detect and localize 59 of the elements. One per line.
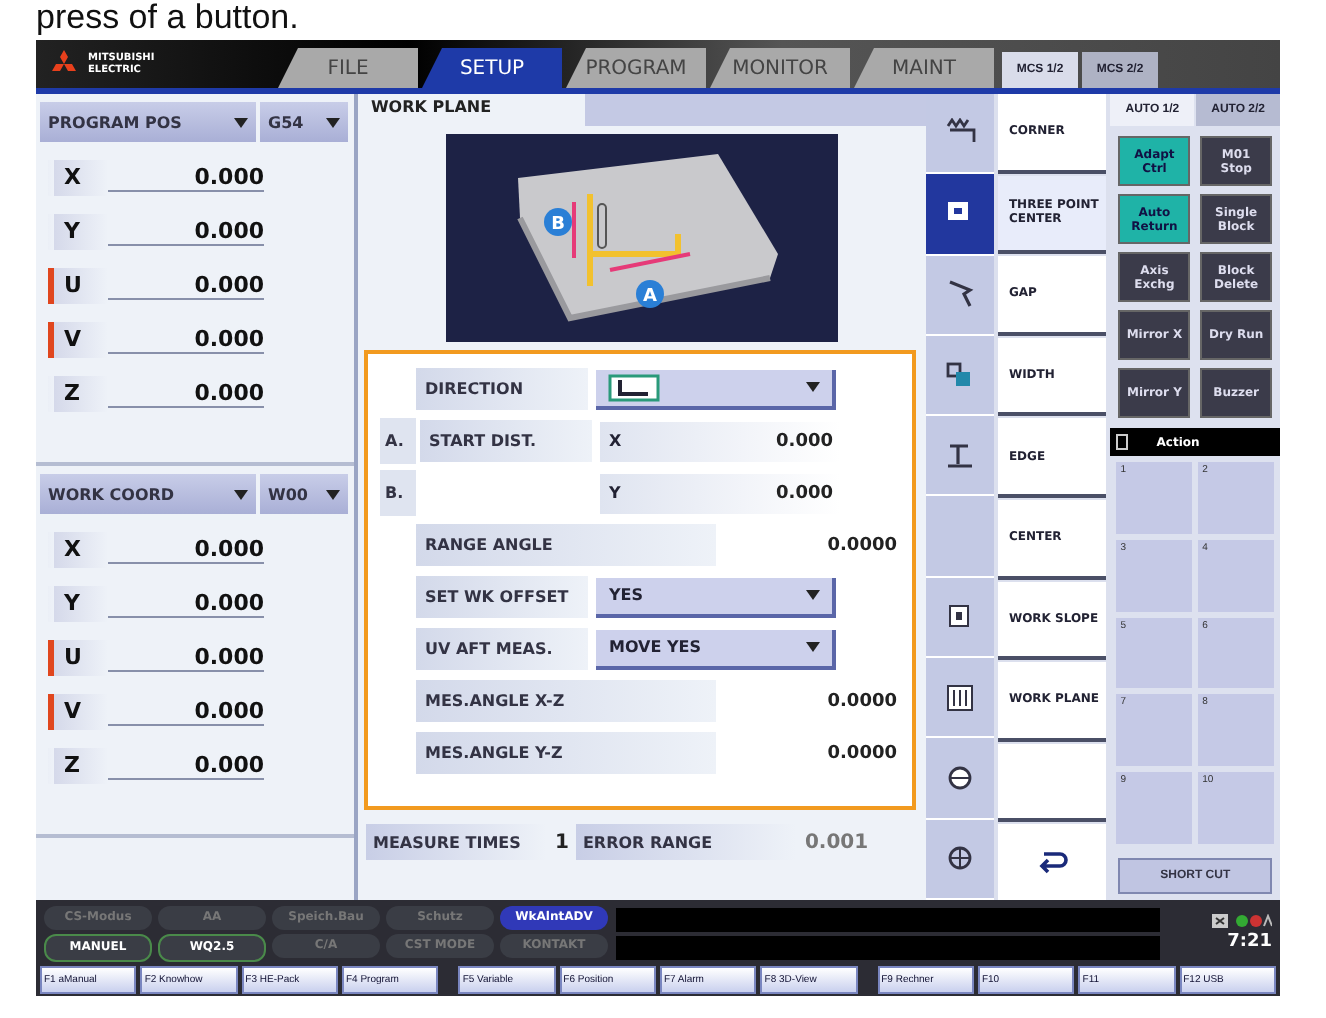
axis-value: 0.000: [108, 535, 264, 563]
tool-icon: [944, 278, 976, 311]
tool-icon: [944, 439, 976, 472]
axis-value: 0.000: [108, 325, 264, 353]
tool-icon: [944, 681, 976, 714]
caret-icon: [326, 117, 340, 127]
field-label: MES.ANGLE X-Z: [416, 680, 717, 722]
caret-icon: [806, 590, 821, 600]
mode-dropdown[interactable]: WORK COORD: [40, 474, 256, 514]
clock-time: 7:21: [1227, 932, 1272, 952]
axis-value: 0.000: [108, 163, 264, 191]
direction-dropdown[interactable]: [596, 369, 837, 409]
corner-icon: [608, 373, 661, 401]
row-prefix: A.: [380, 418, 417, 464]
field-label: MES.ANGLE Y-Z: [416, 732, 717, 774]
return-icon: [1036, 850, 1069, 875]
caret-icon: [234, 117, 248, 127]
axis-value: 0.000: [108, 589, 264, 617]
tool-button[interactable]: [925, 174, 995, 256]
return-button[interactable]: [998, 824, 1107, 900]
caret-icon: [326, 489, 340, 499]
option-dropdown[interactable]: MOVE YES: [596, 629, 837, 669]
coord-dropdown[interactable]: W00: [260, 474, 348, 514]
axis-value: 0.000: [108, 217, 264, 245]
tool-icon: [944, 842, 976, 875]
caption-text: press of a button.: [34, 0, 301, 40]
field-label: UV AFT MEAS.: [416, 628, 589, 670]
caret-icon: [234, 489, 248, 499]
field-value: 0.0000: [825, 691, 897, 711]
mode-dropdown[interactable]: PROGRAM POS: [40, 102, 256, 142]
field-label: RANGE ANGLE: [416, 524, 717, 566]
caret-icon: [806, 642, 821, 652]
axis-value: 0.000: [108, 751, 264, 779]
main-tab[interactable]: MONITOR: [710, 48, 850, 88]
field-value: 0.0000: [825, 743, 897, 763]
main-tab[interactable]: MAINT: [854, 48, 994, 88]
main-tab[interactable]: PROGRAM: [566, 48, 706, 88]
network-icon: [1236, 914, 1272, 928]
field-value: 1: [554, 831, 569, 853]
tool-icon: [944, 762, 976, 795]
main-tab[interactable]: SETUP: [422, 48, 562, 88]
axis-value: 0.000: [108, 643, 264, 671]
field-label: SET WK OFFSET: [416, 576, 589, 618]
axis-value: 0.000: [108, 379, 264, 407]
workpiece-drawing: B A: [446, 134, 839, 342]
axis-value: 0.000: [108, 697, 264, 725]
row-prefix: B.: [380, 470, 417, 516]
field-label: START DIST.: [420, 420, 593, 462]
field-label: DIRECTION: [416, 368, 589, 410]
field-value: 0.0000: [825, 535, 897, 555]
main-tab[interactable]: FILE: [278, 48, 418, 88]
caret-icon: [806, 382, 821, 392]
tool-icon: [944, 359, 976, 392]
option-dropdown[interactable]: YES: [596, 577, 837, 617]
axis-value: 0.000: [108, 271, 264, 299]
field-value: 0.001: [804, 831, 869, 853]
page-icon: [1116, 434, 1129, 450]
empty-menu-slot: [998, 743, 1107, 823]
coord-dropdown[interactable]: G54: [260, 102, 348, 142]
